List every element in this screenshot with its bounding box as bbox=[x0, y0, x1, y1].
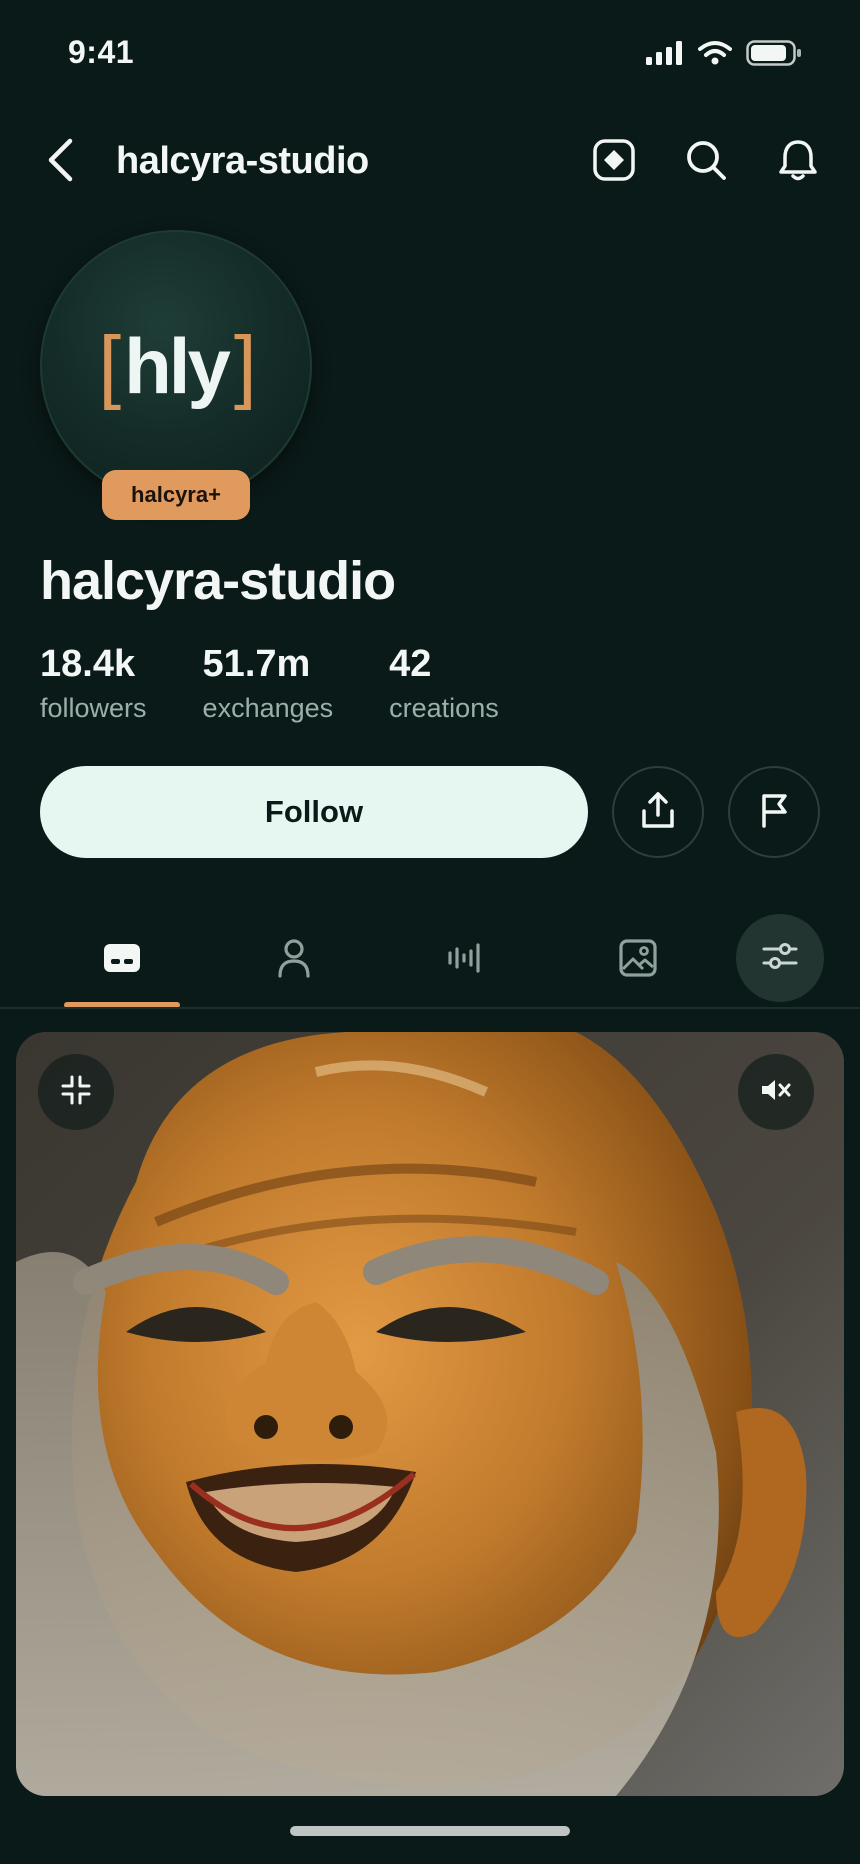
tab-divider bbox=[0, 1007, 860, 1009]
avatar-logo: [ hly ] bbox=[98, 320, 256, 411]
stat-value: 51.7m bbox=[202, 643, 311, 685]
audio-waveform-icon bbox=[447, 942, 481, 979]
cellular-signal-icon bbox=[646, 41, 684, 70]
stat-value: 42 bbox=[389, 643, 432, 685]
profile-stats: 18.4k followers 51.7m exchanges 42 creat… bbox=[40, 640, 555, 728]
search-icon bbox=[685, 139, 727, 186]
mute-button[interactable] bbox=[738, 1054, 814, 1130]
media-card[interactable] bbox=[16, 1032, 844, 1796]
person-icon bbox=[277, 938, 311, 983]
avatar-initials: hly bbox=[124, 321, 231, 410]
plus-badge: halcyra+ bbox=[102, 470, 250, 520]
status-bar: 9:41 bbox=[0, 0, 860, 110]
filter-button[interactable] bbox=[736, 914, 824, 1002]
share-icon bbox=[641, 791, 675, 834]
stat-value: 18.4k bbox=[40, 643, 136, 685]
status-time: 9:41 bbox=[68, 34, 135, 70]
sliders-icon bbox=[762, 941, 798, 976]
profile-name: halcyra-studio bbox=[40, 551, 396, 611]
mask-image bbox=[16, 1032, 844, 1796]
stat-followers[interactable]: 18.4k followers bbox=[40, 640, 147, 728]
tab-images[interactable] bbox=[588, 920, 688, 1000]
search-button[interactable] bbox=[678, 134, 734, 190]
stat-exchanges: 51.7m exchanges bbox=[203, 640, 334, 728]
stat-label: creations bbox=[389, 693, 499, 723]
stat-creations: 42 creations bbox=[389, 640, 499, 728]
back-button[interactable] bbox=[36, 134, 84, 190]
minimize-icon bbox=[61, 1075, 91, 1110]
content-tabs bbox=[0, 910, 860, 1010]
battery-icon bbox=[746, 40, 802, 71]
profile-screen: 9:41 halcyra-studio [hly] halcyra+ hal… bbox=[0, 0, 860, 1864]
premium-button[interactable] bbox=[586, 134, 642, 190]
collapse-button[interactable] bbox=[38, 1054, 114, 1130]
speaker-muted-icon bbox=[760, 1077, 792, 1108]
tab-characters[interactable] bbox=[244, 920, 344, 1000]
follow-button[interactable]: Follow bbox=[40, 766, 588, 858]
share-button[interactable] bbox=[612, 766, 704, 858]
chat-card-icon bbox=[103, 943, 141, 978]
chevron-left-icon bbox=[46, 137, 74, 188]
notifications-button[interactable] bbox=[770, 134, 826, 190]
nav-bar: halcyra-studio bbox=[0, 120, 860, 204]
tab-voices[interactable] bbox=[414, 920, 514, 1000]
stat-label: exchanges bbox=[202, 693, 334, 723]
tab-chats[interactable] bbox=[72, 920, 172, 1000]
report-button[interactable] bbox=[728, 766, 820, 858]
nav-title: halcyra-studio bbox=[116, 140, 369, 182]
diamond-icon bbox=[592, 138, 636, 187]
flag-icon bbox=[759, 792, 789, 833]
home-indicator bbox=[290, 1826, 570, 1836]
avatar[interactable]: [ hly ] bbox=[40, 230, 312, 502]
stat-label: followers bbox=[40, 693, 147, 723]
image-icon bbox=[619, 938, 657, 982]
wifi-icon bbox=[698, 40, 732, 71]
bell-icon bbox=[778, 138, 818, 187]
status-icons bbox=[646, 40, 802, 71]
